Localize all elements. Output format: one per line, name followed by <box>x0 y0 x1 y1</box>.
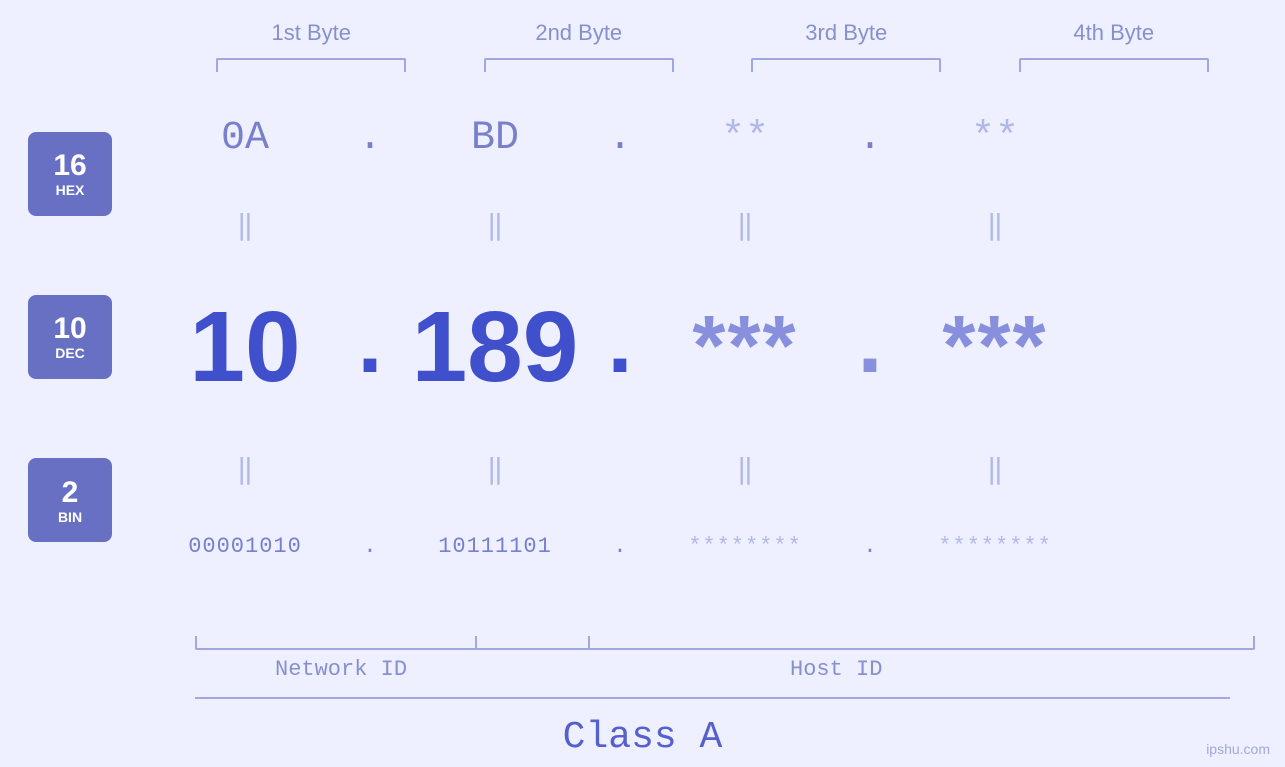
dec-byte1: 10 <box>140 290 350 405</box>
hex-dot2: . <box>600 116 640 161</box>
data-area: 0A . BD . ** . ** ‖ ‖ ‖ ‖ 10 . <box>140 82 1285 592</box>
hex-row: 0A . BD . ** . ** <box>140 116 1240 161</box>
bin-byte3: ******** <box>640 534 850 559</box>
eq3: ‖ <box>640 208 850 243</box>
watermark: ipshu.com <box>1206 741 1270 757</box>
dec-dot1: . <box>350 291 390 404</box>
dec-badge-label: DEC <box>55 345 85 361</box>
hex-byte1: 0A <box>140 116 350 161</box>
top-bracket-row <box>178 52 1248 72</box>
bracket-byte3 <box>751 58 941 72</box>
main-area: 16 HEX 10 DEC 2 BIN 0A . BD . ** . ** <box>0 82 1285 592</box>
eq8: ‖ <box>890 452 1100 487</box>
bracket-byte2 <box>484 58 674 72</box>
eq1: ‖ <box>140 208 350 243</box>
dec-badge-num: 10 <box>53 312 86 345</box>
dec-byte3: *** <box>640 298 850 396</box>
byte-headers: 1st Byte 2nd Byte 3rd Byte 4th Byte <box>178 20 1248 46</box>
hex-byte3: ** <box>640 116 850 161</box>
eq5: ‖ <box>140 452 350 487</box>
eq7: ‖ <box>640 452 850 487</box>
page: 1st Byte 2nd Byte 3rd Byte 4th Byte 16 H… <box>0 0 1285 767</box>
byte3-header: 3rd Byte <box>736 20 956 46</box>
dec-dot2: . <box>600 291 640 404</box>
dec-badge: 10 DEC <box>28 295 112 379</box>
eq4: ‖ <box>890 208 1100 243</box>
bin-badge-num: 2 <box>62 476 79 509</box>
byte2-header: 2nd Byte <box>469 20 689 46</box>
byte4-header: 4th Byte <box>1004 20 1224 46</box>
bin-badge: 2 BIN <box>28 458 112 542</box>
bin-dot1: . <box>350 534 390 559</box>
dec-byte2: 189 <box>390 290 600 405</box>
hex-dot3: . <box>850 116 890 161</box>
bin-dot2: . <box>600 534 640 559</box>
badges-column: 16 HEX 10 DEC 2 BIN <box>0 82 140 592</box>
byte1-header: 1st Byte <box>201 20 421 46</box>
eq2: ‖ <box>390 208 600 243</box>
dec-dot3: . <box>850 291 890 404</box>
eq-row2: ‖ ‖ ‖ ‖ <box>140 452 1240 487</box>
host-id-bracket <box>475 636 1255 650</box>
bracket-byte1 <box>216 58 406 72</box>
bin-byte4: ******** <box>890 534 1100 559</box>
bin-byte1: 00001010 <box>140 534 350 559</box>
eq-row1: ‖ ‖ ‖ ‖ <box>140 208 1240 243</box>
dec-byte4: *** <box>890 298 1100 396</box>
dec-row: 10 . 189 . *** . *** <box>140 290 1240 405</box>
class-bracket-line <box>195 697 1230 699</box>
hex-byte2: BD <box>390 116 600 161</box>
bin-dot3: . <box>850 534 890 559</box>
bin-row: 00001010 . 10111101 . ******** . *******… <box>140 534 1240 559</box>
bin-badge-label: BIN <box>58 509 82 525</box>
bin-byte2: 10111101 <box>390 534 600 559</box>
hex-dot1: . <box>350 116 390 161</box>
bracket-byte4 <box>1019 58 1209 72</box>
host-id-label: Host ID <box>790 657 882 682</box>
class-label: Class A <box>563 716 723 759</box>
hex-badge: 16 HEX <box>28 132 112 216</box>
hex-byte4: ** <box>890 116 1100 161</box>
network-id-label: Network ID <box>275 657 407 682</box>
eq6: ‖ <box>390 452 600 487</box>
hex-badge-num: 16 <box>53 149 86 182</box>
hex-badge-label: HEX <box>56 182 85 198</box>
